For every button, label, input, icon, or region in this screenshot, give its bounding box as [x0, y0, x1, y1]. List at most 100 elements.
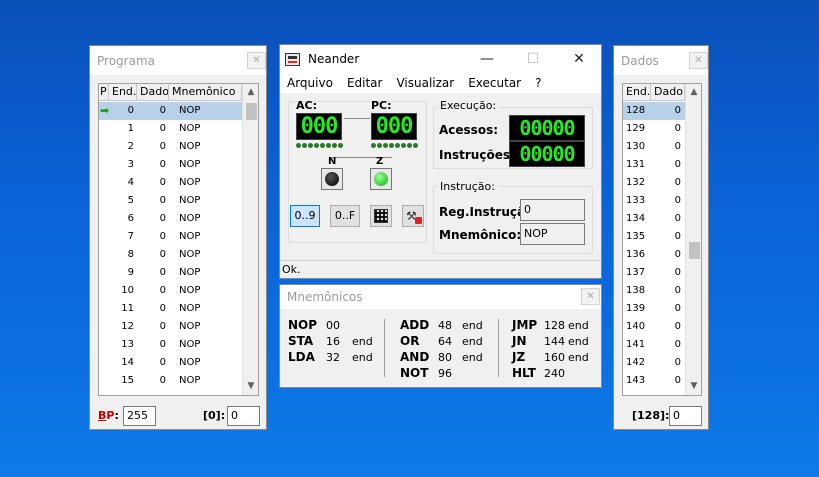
- table-row[interactable]: 3 0 NOP: [99, 156, 242, 174]
- hex-button[interactable]: 0..F: [330, 205, 360, 227]
- table-row[interactable]: 7 0 NOP: [99, 228, 242, 246]
- table-row[interactable]: 142 0: [623, 354, 685, 372]
- scroll-thumb[interactable]: [689, 242, 700, 259]
- neander-titlebar[interactable]: Neander — ☐ ✕: [280, 45, 601, 73]
- cell-mnemonico: NOP: [179, 321, 201, 332]
- table-row[interactable]: 132 0: [623, 174, 685, 192]
- programa-scrollbar[interactable]: ▲ ▼: [242, 84, 258, 395]
- table-row[interactable]: 5 0 NOP: [99, 192, 242, 210]
- minimize-icon[interactable]: —: [464, 45, 510, 73]
- column-header-dado[interactable]: Dado: [137, 84, 169, 101]
- cell-dado: 0: [159, 249, 166, 260]
- cell-end: 15: [121, 375, 134, 386]
- table-row[interactable]: 4 0 NOP: [99, 174, 242, 192]
- menu-bar: Arquivo Editar Visualizar Executar ?: [280, 73, 601, 93]
- stop-icon: [415, 217, 422, 224]
- cell-end: 131: [626, 159, 646, 170]
- table-row[interactable]: 143 0: [623, 372, 685, 390]
- menu-visualizar[interactable]: Visualizar: [389, 73, 461, 93]
- table-row[interactable]: 1 0 NOP: [99, 120, 242, 138]
- scroll-down-icon[interactable]: ▼: [686, 378, 701, 395]
- table-row[interactable]: 11 0 NOP: [99, 300, 242, 318]
- memory-map-button[interactable]: [370, 205, 392, 227]
- table-row[interactable]: 15 0 NOP: [99, 372, 242, 390]
- scroll-up-icon[interactable]: ▲: [686, 84, 701, 101]
- cell-end: 129: [626, 123, 646, 134]
- mnemonic-arg: end: [568, 319, 589, 332]
- dados-table[interactable]: End. Dado 128 0 129 0 130 0 131 0 132 0 133 0 134 0 13…: [622, 83, 702, 396]
- mnemonic-op: STA: [288, 334, 314, 348]
- tools-button[interactable]: ⚒: [402, 205, 424, 227]
- close-icon[interactable]: ✕: [689, 52, 708, 69]
- close-icon[interactable]: ✕: [556, 45, 602, 73]
- table-row[interactable]: 140 0: [623, 318, 685, 336]
- cell-dado: 0: [159, 267, 166, 278]
- scroll-down-icon[interactable]: ▼: [243, 378, 258, 395]
- mnemonic-entry: ADD 48 end: [400, 317, 483, 333]
- address-input[interactable]: 0: [227, 406, 260, 426]
- table-row[interactable]: 9 0 NOP: [99, 264, 242, 282]
- cell-end: 12: [121, 321, 134, 332]
- close-icon[interactable]: ✕: [581, 288, 600, 305]
- table-row[interactable]: 129 0: [623, 120, 685, 138]
- maximize-icon[interactable]: ☐: [510, 45, 556, 73]
- table-row[interactable]: 14 0 NOP: [99, 354, 242, 372]
- close-icon[interactable]: ✕: [247, 52, 266, 69]
- column-header-end[interactable]: End.: [623, 84, 651, 101]
- mnemonic-code: 16: [326, 335, 340, 348]
- table-row[interactable]: 128 0: [623, 102, 685, 120]
- column-header-mnemonico[interactable]: Mnemônico: [169, 84, 242, 101]
- column-header-end[interactable]: End.: [109, 84, 137, 101]
- table-row[interactable]: 141 0: [623, 336, 685, 354]
- table-row[interactable]: 8 0 NOP: [99, 246, 242, 264]
- cell-mnemonico: NOP: [179, 231, 201, 242]
- menu-executar[interactable]: Executar: [461, 73, 528, 93]
- table-row[interactable]: 138 0: [623, 282, 685, 300]
- mnemonicos-titlebar[interactable]: Mnemônicos: [280, 285, 601, 309]
- bp-input[interactable]: 255: [123, 406, 156, 426]
- column-header-dado[interactable]: Dado: [651, 84, 685, 101]
- table-row[interactable]: 131 0: [623, 156, 685, 174]
- mnemonico-label: Mnemônico:: [439, 228, 522, 242]
- dados-scrollbar[interactable]: ▲ ▼: [685, 84, 701, 395]
- table-row[interactable]: 2 0 NOP: [99, 138, 242, 156]
- table-row[interactable]: 136 0: [623, 246, 685, 264]
- n-flag: [321, 168, 343, 190]
- cell-dado: 0: [674, 375, 681, 386]
- menu-arquivo[interactable]: Arquivo: [280, 73, 340, 93]
- menu-editar[interactable]: Editar: [340, 73, 390, 93]
- menu-help[interactable]: ?: [528, 73, 548, 93]
- cell-end: 1: [127, 123, 134, 134]
- mnemonic-entry: JMP 128 end: [512, 317, 589, 333]
- decimal-button[interactable]: 0..9: [290, 205, 320, 227]
- scroll-thumb[interactable]: [246, 103, 257, 120]
- table-row[interactable]: 130 0: [623, 138, 685, 156]
- cell-mnemonico: NOP: [179, 267, 201, 278]
- mnemonic-op: OR: [400, 334, 420, 348]
- cell-end: 10: [121, 285, 134, 296]
- column-header-p[interactable]: P: [99, 84, 109, 101]
- programa-table[interactable]: P End. Dado Mnemônico ➡ 0 0 NOP 1 0 NOP 2 0 NOP 3 0…: [98, 83, 259, 396]
- mnemonic-code: 160: [544, 351, 565, 364]
- cell-end: 137: [626, 267, 646, 278]
- table-row[interactable]: 6 0 NOP: [99, 210, 242, 228]
- cell-dado: 0: [159, 375, 166, 386]
- table-row[interactable]: ➡ 0 0 NOP: [99, 102, 242, 120]
- table-row[interactable]: 12 0 NOP: [99, 318, 242, 336]
- cell-dado: 0: [674, 141, 681, 152]
- table-row[interactable]: 134 0: [623, 210, 685, 228]
- table-row[interactable]: 135 0: [623, 228, 685, 246]
- table-row[interactable]: 133 0: [623, 192, 685, 210]
- table-row[interactable]: 10 0 NOP: [99, 282, 242, 300]
- mnemonic-entry: OR 64 end: [400, 333, 483, 349]
- scroll-up-icon[interactable]: ▲: [243, 84, 258, 101]
- programa-titlebar[interactable]: Programa: [90, 46, 266, 75]
- cell-end: 2: [127, 141, 134, 152]
- instrucao-label: Instrução:: [438, 180, 497, 193]
- table-row[interactable]: 13 0 NOP: [99, 336, 242, 354]
- address-input[interactable]: 0: [669, 406, 702, 426]
- cell-mnemonico: NOP: [179, 249, 201, 260]
- cell-end: 136: [626, 249, 646, 260]
- table-row[interactable]: 139 0: [623, 300, 685, 318]
- table-row[interactable]: 137 0: [623, 264, 685, 282]
